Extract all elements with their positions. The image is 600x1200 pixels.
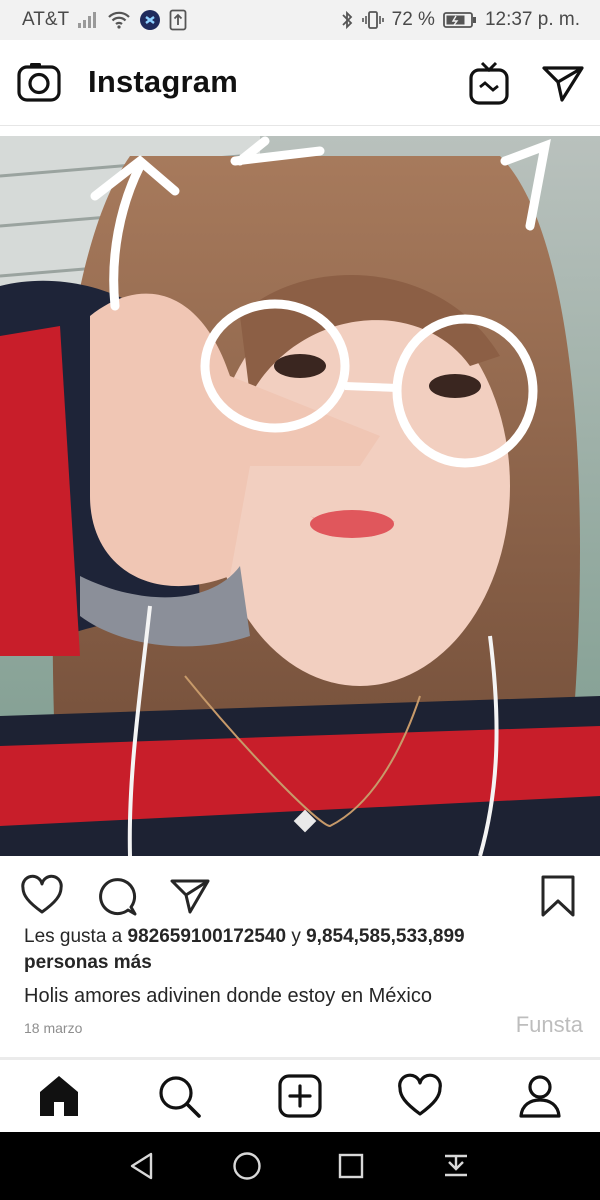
home-icon[interactable] — [35, 1072, 83, 1120]
notification-pull-icon[interactable] — [440, 1150, 472, 1182]
battery-percent: 72 % — [391, 9, 435, 30]
likes-count[interactable]: 9,854,585,533,899 — [306, 926, 465, 947]
app-title: Instagram — [88, 64, 238, 99]
bottom-tab-bar — [0, 1060, 600, 1132]
likes-connector: y — [286, 926, 307, 947]
signal-icon — [77, 11, 99, 29]
like-icon[interactable] — [20, 874, 64, 918]
status-bar: AT&T 72 % 12:37 p. m. — [0, 0, 600, 40]
recents-icon[interactable] — [335, 1150, 367, 1182]
likes-suffix[interactable]: personas más — [24, 952, 152, 973]
app-watermark: Funsta — [515, 1012, 583, 1037]
notification-icon — [139, 9, 161, 31]
search-icon[interactable] — [155, 1072, 203, 1120]
camera-icon[interactable] — [16, 60, 62, 106]
new-post-icon[interactable] — [276, 1072, 324, 1120]
battery-icon — [443, 11, 477, 29]
clock: 12:37 p. m. — [484, 9, 580, 30]
wifi-icon — [107, 10, 131, 30]
igtv-icon[interactable] — [468, 60, 510, 106]
post-actions — [0, 866, 600, 922]
app-header: Instagram — [0, 40, 600, 126]
upload-icon — [169, 9, 187, 31]
post-caption: Holis amores adivinen donde estoy en Méx… — [24, 985, 432, 1007]
back-icon[interactable] — [126, 1150, 158, 1182]
carrier-label: AT&T — [22, 9, 70, 30]
direct-message-icon[interactable] — [540, 62, 586, 106]
home-circle-icon[interactable] — [231, 1150, 263, 1182]
post-date: 18 marzo — [24, 1020, 83, 1036]
comment-icon[interactable] — [95, 874, 139, 918]
likes-user[interactable]: 982659100172540 — [128, 926, 287, 947]
vibrate-icon — [361, 10, 384, 30]
bluetooth-icon — [340, 10, 354, 30]
share-icon[interactable] — [168, 874, 212, 918]
likes-text: Les gusta a 982659100172540 y 9,854,585,… — [24, 924, 584, 976]
activity-icon[interactable] — [396, 1072, 444, 1120]
post-photo[interactable] — [0, 136, 600, 856]
bookmark-icon[interactable] — [536, 874, 580, 918]
android-nav-bar — [0, 1132, 600, 1200]
likes-prefix: Les gusta a — [24, 926, 128, 947]
profile-icon[interactable] — [516, 1072, 564, 1120]
